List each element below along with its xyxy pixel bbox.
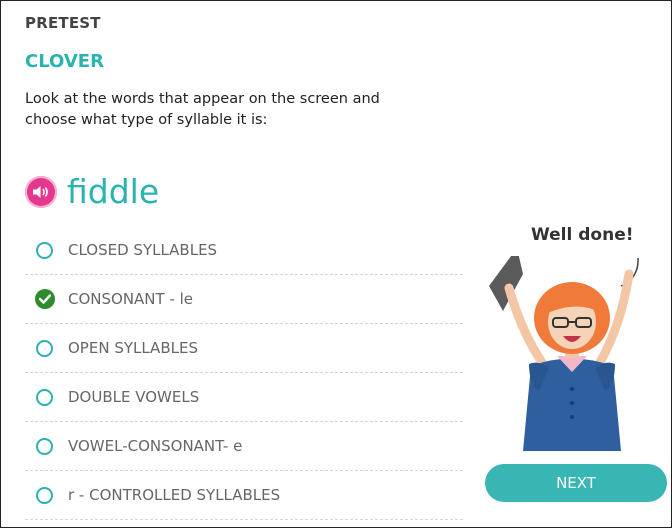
speaker-icon	[33, 186, 48, 198]
option-label: VOWEL-CONSONANT- e	[68, 437, 243, 455]
next-button[interactable]: NEXT	[485, 464, 667, 502]
radio-unchecked-icon[interactable]	[36, 339, 53, 357]
option-label: CLOSED SYLLABLES	[68, 241, 218, 259]
check-icon[interactable]	[35, 289, 55, 309]
option-r-controlled-syllables[interactable]: r - CONTROLLED SYLLABLES	[25, 471, 463, 520]
option-open-syllables[interactable]: OPEN SYLLABLES	[25, 324, 463, 373]
option-label: OPEN SYLLABLES	[68, 339, 198, 357]
word-prompt: fiddle	[25, 173, 159, 211]
pretest-panel: PRETEST CLOVER Look at the words that ap…	[0, 0, 672, 528]
radio-unchecked-icon[interactable]	[36, 437, 53, 455]
prompt-word: fiddle	[67, 172, 160, 211]
radio-unchecked-icon[interactable]	[36, 486, 53, 504]
option-label: CONSONANT - le	[68, 290, 194, 308]
option-closed-syllables[interactable]: CLOSED SYLLABLES	[25, 226, 463, 275]
option-label: r - CONTROLLED SYLLABLES	[68, 486, 281, 504]
option-consonant-le[interactable]: CONSONANT - le	[25, 275, 463, 324]
speaker-button[interactable]	[25, 176, 57, 208]
option-double-vowels[interactable]: DOUBLE VOWELS	[25, 373, 463, 422]
section-label: PRETEST	[25, 14, 101, 32]
teacher-illustration	[489, 256, 639, 451]
radio-unchecked-icon[interactable]	[36, 388, 53, 406]
option-label: DOUBLE VOWELS	[68, 388, 200, 406]
instructions-text: Look at the words that appear on the scr…	[25, 91, 380, 128]
answer-options: CLOSED SYLLABLES CONSONANT - le OPEN SYL…	[25, 226, 463, 520]
option-vowel-consonant-e[interactable]: VOWEL-CONSONANT- e	[25, 422, 463, 471]
radio-unchecked-icon[interactable]	[36, 241, 53, 259]
page-title: CLOVER	[25, 51, 104, 72]
feedback-message: Well done!	[531, 225, 634, 245]
